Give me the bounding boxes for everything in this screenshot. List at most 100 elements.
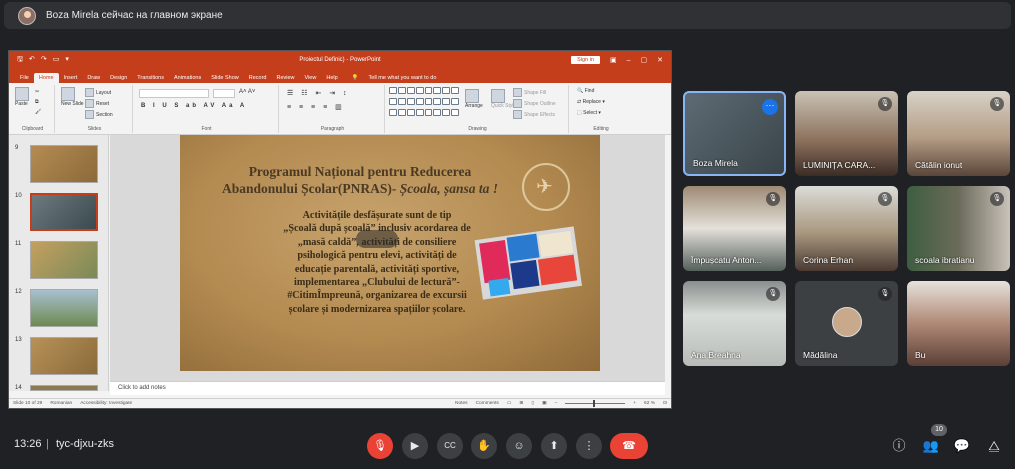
mic-off-icon: 🎙	[878, 287, 892, 301]
replace-button[interactable]: ⇄ Replace ▾	[577, 99, 605, 105]
participant-tile[interactable]: 🎙 Cătălin ionut	[907, 91, 1010, 176]
paste-button[interactable]: Paste	[15, 87, 31, 107]
arrange-button[interactable]: Arrange	[465, 89, 483, 109]
participant-tile[interactable]: 🎙 Împușcatu Anton...	[683, 186, 786, 271]
font-family-select[interactable]	[139, 89, 209, 98]
language-indicator[interactable]: Romanian	[50, 401, 72, 406]
find-button[interactable]: 🔍 Find	[577, 88, 594, 94]
people-count-badge: 10	[931, 424, 947, 436]
shape-fill-button[interactable]: Shape Fill	[513, 88, 546, 97]
tab-transitions[interactable]: Transitions	[132, 73, 169, 83]
tab-draw[interactable]: Draw	[82, 73, 105, 83]
zoom-slider[interactable]	[565, 400, 626, 407]
participant-tile[interactable]: ··· Boza Mirela	[683, 91, 786, 176]
slide-preview	[30, 241, 98, 279]
tab-slide-show[interactable]: Slide Show	[206, 73, 244, 83]
section-button[interactable]: Section	[85, 110, 113, 119]
comments-button[interactable]: Comments	[476, 401, 499, 406]
tab-animations[interactable]: Animations	[169, 73, 206, 83]
participant-tile[interactable]: 🎙 Mădălina	[795, 281, 898, 366]
fit-slide-icon[interactable]: ⊡	[663, 401, 667, 406]
mic-off-icon: 🎙	[990, 192, 1004, 206]
group-label-font: Font	[201, 126, 212, 132]
accessibility-status[interactable]: Accessibility: Investigate	[80, 401, 132, 406]
current-slide[interactable]: Programul Național pentru Reducerea Aban…	[180, 135, 600, 371]
captions-button[interactable]: CC	[437, 433, 463, 459]
camera-toggle-button[interactable]: ▶	[402, 433, 428, 459]
tab-home[interactable]: Home	[33, 73, 59, 83]
activities-button[interactable]: ⧋	[985, 437, 1003, 455]
cut-icon[interactable]: ✂	[35, 89, 39, 95]
ribbon-home: Paste ✂ ⧉ 🖌 Clipboard New Slide Layout R…	[9, 83, 671, 135]
slideshow-view-icon[interactable]: ▣	[542, 401, 547, 406]
reset-button[interactable]: Reset	[85, 99, 109, 108]
tab-file[interactable]: File	[15, 73, 34, 83]
text-format-buttons[interactable]: B I U S ab AV Aa A	[141, 103, 247, 109]
group-clipboard: Paste ✂ ⧉ 🖌 Clipboard	[11, 85, 55, 133]
shape-effects-button[interactable]: Shape Effects	[513, 110, 555, 119]
format-painter-icon[interactable]: 🖌	[35, 109, 41, 115]
people-button[interactable]: 👥	[922, 437, 940, 455]
quick-styles-icon	[491, 89, 505, 103]
close-icon[interactable]: ✕	[657, 56, 663, 64]
align-buttons[interactable]: ≡ ≡ ≡ ≡ ▥	[287, 103, 345, 111]
ppt-title-bar: 🖫 ↶ ↷ ▭ ▾ Proiectul Definic) - PowerPoin…	[9, 51, 671, 69]
slide-thumbnail-pane[interactable]: 9 10 11 12 13 14	[9, 135, 109, 391]
minimize-icon[interactable]: –	[627, 57, 631, 64]
participant-name: Împușcatu Anton...	[691, 255, 762, 265]
participant-tile[interactable]: 🎙 scoala ibratianu	[907, 186, 1010, 271]
participant-tile[interactable]: 🎙 Ana Breahna	[683, 281, 786, 366]
zoom-out-icon[interactable]: –	[555, 401, 558, 406]
leave-call-button[interactable]: ☎	[610, 433, 648, 459]
ribbon-display-icon[interactable]: ▣	[610, 56, 617, 64]
captions-icon: CC	[444, 441, 456, 450]
list-buttons[interactable]: ☰ ☷ ⇤ ⇥ ↕	[287, 89, 350, 97]
slide-preview	[30, 193, 98, 231]
video-play-control[interactable]	[356, 230, 398, 248]
zoom-in-icon[interactable]: +	[633, 401, 636, 406]
slide-sorter-icon[interactable]: ⊞	[519, 401, 523, 406]
copy-icon[interactable]: ⧉	[35, 99, 39, 105]
grow-font-icon[interactable]: A˄ A˅	[239, 89, 255, 95]
tell-me-search[interactable]: Tell me what you want to do	[364, 73, 442, 83]
raise-hand-button[interactable]: ✋	[471, 433, 497, 459]
mic-toggle-button[interactable]: 🎙	[367, 433, 393, 459]
chat-button[interactable]: 💬	[953, 437, 971, 455]
new-slide-button[interactable]: New Slide	[61, 87, 84, 107]
group-label-slides: Slides	[87, 126, 102, 132]
zoom-level[interactable]: 62 %	[644, 401, 655, 406]
tab-record[interactable]: Record	[244, 73, 272, 83]
tab-insert[interactable]: Insert	[59, 73, 83, 83]
select-button[interactable]: ⬚ Select ▾	[577, 110, 601, 116]
meeting-controls-bar: 13:26 | tyc-djxu-zks 🎙 ▶ CC ✋ ☺ ⬆ ⋮ ☎ ⓘ …	[0, 424, 1015, 469]
slide-editor[interactable]: Programul Național pentru Reducerea Aban…	[110, 135, 665, 381]
divider: |	[46, 438, 49, 450]
group-slides: New Slide Layout Reset Section Slides	[57, 85, 133, 133]
layout-button[interactable]: Layout	[85, 88, 111, 97]
tab-help[interactable]: Help	[321, 73, 342, 83]
slide-title-line: Abandonului Școlar(PNRAS)- Școala, șansa…	[221, 181, 499, 196]
participant-tile[interactable]: 🎙 Corina Erhan	[795, 186, 898, 271]
more-options-icon[interactable]: ···	[762, 99, 778, 115]
meeting-info-button[interactable]: ⓘ	[890, 437, 908, 455]
maximize-icon[interactable]: ▢	[641, 56, 648, 64]
tab-design[interactable]: Design	[105, 73, 132, 83]
normal-view-icon[interactable]: ▭	[507, 401, 512, 406]
font-size-select[interactable]	[213, 89, 235, 98]
sign-in-button[interactable]: Sign in	[571, 56, 600, 64]
presenter-avatar	[18, 6, 36, 25]
notes-button[interactable]: Notes	[455, 401, 468, 406]
reading-view-icon[interactable]: ▯	[531, 401, 534, 406]
group-drawing: Arrange Quick Styles Shape Fill Shape Ou…	[387, 85, 569, 133]
participant-name: LUMINIȚA CARA...	[803, 160, 876, 170]
more-options-button[interactable]: ⋮	[576, 433, 602, 459]
notes-pane[interactable]: Click to add notes	[110, 381, 665, 395]
shape-outline-button[interactable]: Shape Outline	[513, 99, 556, 108]
reactions-button[interactable]: ☺	[506, 433, 532, 459]
airplane-stamp-icon	[522, 163, 570, 211]
tab-view[interactable]: View	[300, 73, 322, 83]
tab-review[interactable]: Review	[271, 73, 299, 83]
participant-tile[interactable]: Bu	[907, 281, 1010, 366]
participant-tile[interactable]: 🎙 LUMINIȚA CARA...	[795, 91, 898, 176]
present-screen-button[interactable]: ⬆	[541, 433, 567, 459]
